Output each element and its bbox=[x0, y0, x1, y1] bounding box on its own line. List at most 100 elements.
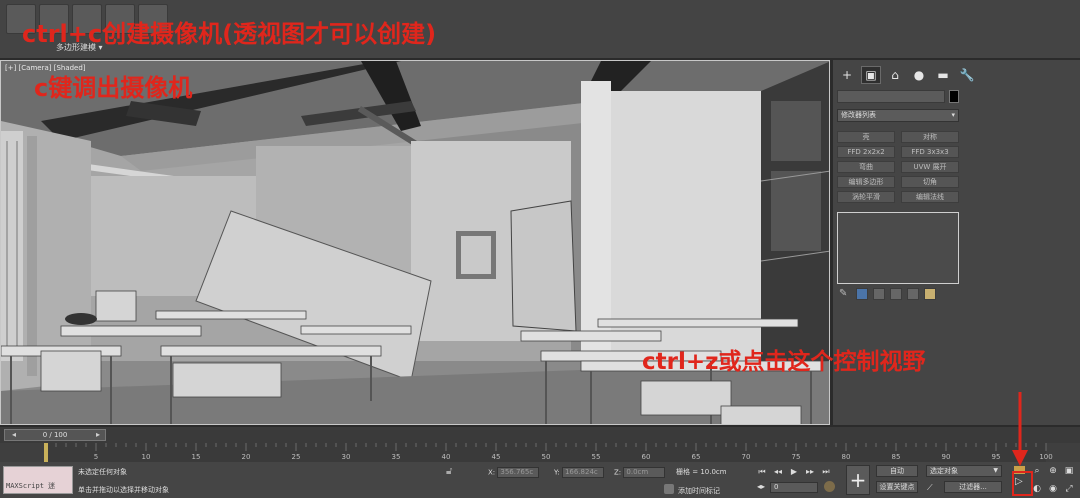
modifier-button-edit-poly[interactable]: 编辑多边形 bbox=[837, 176, 895, 188]
track-tick-label: 75 bbox=[792, 453, 801, 461]
grid-size: 栅格 = 10.0cm bbox=[676, 468, 727, 476]
y-field[interactable]: 166.824c bbox=[561, 467, 604, 478]
key-mode-icon[interactable]: ◂▸ bbox=[757, 482, 765, 491]
track-tick-label: 65 bbox=[692, 453, 701, 461]
modifier-stack[interactable] bbox=[837, 212, 959, 284]
modifier-button-ffd222[interactable]: FFD 2x2x2 bbox=[837, 146, 895, 158]
make-unique-icon[interactable] bbox=[873, 288, 885, 300]
track-tick-label: 15 bbox=[192, 453, 201, 461]
next-frame-icon[interactable]: ▸ bbox=[92, 429, 104, 441]
z-field[interactable]: 0.0cm bbox=[623, 467, 666, 478]
maxscript-listener[interactable]: MAXScript 迷 bbox=[3, 466, 73, 494]
display-tab-icon[interactable]: ▬ bbox=[933, 66, 953, 84]
object-color-swatch[interactable] bbox=[949, 90, 959, 103]
chevron-down-icon: ▼ bbox=[993, 467, 998, 474]
track-tick-label: 50 bbox=[542, 453, 551, 461]
maxscript-label: MAXScript 迷 bbox=[6, 482, 56, 490]
time-slider[interactable]: 0 / 100 ◂ ▸ bbox=[0, 427, 1080, 443]
modifier-list-label: 修改器列表 bbox=[841, 111, 876, 119]
selected-object-label: 选定对象 bbox=[930, 467, 958, 475]
modifier-button-uvw-unwrap[interactable]: UVW 展开 bbox=[901, 161, 959, 173]
key-selection-dropdown[interactable]: 选定对象 ▼ bbox=[926, 465, 1002, 477]
z-coordinate: Z: 0.0cm bbox=[614, 467, 666, 478]
current-frame-input[interactable]: 0 bbox=[770, 482, 818, 493]
track-tick-label: 90 bbox=[942, 453, 951, 461]
track-tick-label: 30 bbox=[342, 453, 351, 461]
track-tick-label: 25 bbox=[292, 453, 301, 461]
track-tick-label: 95 bbox=[992, 453, 1001, 461]
zoom-all-icon[interactable]: ⊕ bbox=[1046, 464, 1060, 478]
track-tick-label: 45 bbox=[492, 453, 501, 461]
annotation-show-camera: c键调出摄像机 bbox=[34, 74, 193, 102]
create-tab-icon[interactable]: + bbox=[837, 66, 857, 84]
annotation-control-view: ctrl+z或点击这个控制视野 bbox=[642, 349, 926, 375]
x-field[interactable]: 356.765c bbox=[497, 467, 540, 478]
hierarchy-tab-icon[interactable]: ⌂ bbox=[885, 66, 905, 84]
add-time-tag[interactable]: 添加时间标记 bbox=[678, 486, 720, 496]
track-bar-ruler: 0510152025303540455055606570758085909510… bbox=[44, 443, 1053, 462]
playback-controls: ⏮ ◂◂ ▶ ▸▸ ⏭ bbox=[756, 466, 832, 477]
play-icon[interactable]: ▶ bbox=[788, 466, 800, 477]
track-tick-label: 40 bbox=[442, 453, 451, 461]
show-end-result-icon[interactable] bbox=[856, 288, 868, 300]
selection-lock-icon[interactable]: 🔓︎ bbox=[446, 466, 452, 477]
go-to-start-icon[interactable]: ⏮ bbox=[756, 466, 768, 477]
viewport-navigation: ⌕ ⊕ ▣ ◐ ◉ ⤢ bbox=[1030, 464, 1080, 498]
track-tick-label: 55 bbox=[592, 453, 601, 461]
modifier-button-shell[interactable]: 壳 bbox=[837, 131, 895, 143]
frame-counter: 0 / 100 bbox=[42, 431, 68, 439]
previous-key-icon[interactable]: ◂◂ bbox=[772, 466, 784, 477]
orbit-icon[interactable]: ◉ bbox=[1046, 482, 1060, 496]
annotation-highlight-box bbox=[1012, 471, 1033, 496]
y-coordinate: Y: 166.824c bbox=[554, 467, 604, 478]
x-coordinate: X: 356.765c bbox=[488, 467, 540, 478]
track-tick-label: 20 bbox=[242, 453, 251, 461]
object-name-input[interactable] bbox=[837, 90, 945, 103]
go-to-end-icon[interactable]: ⏭ bbox=[820, 466, 832, 477]
notes-icon[interactable] bbox=[924, 288, 936, 300]
modifier-button-bend[interactable]: 弯曲 bbox=[837, 161, 895, 173]
zoom-extents-icon[interactable]: ▣ bbox=[1062, 464, 1076, 478]
set-key-button[interactable]: 设置关键点 bbox=[876, 481, 918, 493]
annotation-arrow-icon bbox=[1012, 392, 1028, 466]
modifier-button-turbosmooth[interactable]: 涡轮平滑 bbox=[837, 191, 895, 203]
annotation-create-camera: ctrl+c创建摄像机(透视图才可以创建) bbox=[22, 20, 437, 48]
modifier-list-dropdown[interactable]: 修改器列表 ▾ bbox=[837, 109, 959, 122]
track-tick-label: 35 bbox=[392, 453, 401, 461]
y-label: Y: bbox=[554, 468, 560, 477]
selection-status: 未选定任何对象 bbox=[78, 468, 127, 476]
key-tangent-icon[interactable]: ⟋ bbox=[927, 483, 933, 493]
motion-tab-icon[interactable]: ● bbox=[909, 66, 929, 84]
track-tick-label: 70 bbox=[742, 453, 751, 461]
track-bar[interactable]: 0510152025303540455055606570758085909510… bbox=[0, 443, 1080, 462]
next-key-icon[interactable]: ▸▸ bbox=[804, 466, 816, 477]
pin-stack-icon[interactable]: ✎ bbox=[839, 288, 851, 300]
utilities-tab-icon[interactable]: 🔧 bbox=[957, 66, 977, 84]
set-key-icon[interactable]: + bbox=[846, 465, 870, 495]
track-tick-label: 100 bbox=[1039, 453, 1052, 461]
modifier-button-edit-normals[interactable]: 编辑法线 bbox=[901, 191, 959, 203]
z-label: Z: bbox=[614, 468, 622, 477]
modifier-buttons: 壳 对称 FFD 2x2x2 FFD 3x3x3 弯曲 UVW 展开 编辑多边形… bbox=[837, 131, 959, 203]
key-filters-button[interactable]: 过滤器... bbox=[944, 481, 1002, 493]
remove-modifier-icon[interactable] bbox=[890, 288, 902, 300]
x-label: X: bbox=[488, 468, 496, 477]
maximize-viewport-icon[interactable]: ⤢ bbox=[1062, 482, 1076, 496]
time-config-icon[interactable] bbox=[824, 481, 835, 492]
modify-tab-icon[interactable]: ▣ bbox=[861, 66, 881, 84]
command-panel-tabs: + ▣ ⌂ ● ▬ 🔧 bbox=[837, 66, 977, 84]
time-tag-icon[interactable] bbox=[664, 484, 674, 494]
current-frame-marker[interactable] bbox=[44, 443, 48, 462]
modifier-button-symmetry[interactable]: 对称 bbox=[901, 131, 959, 143]
auto-key-button[interactable]: 自动 bbox=[876, 465, 918, 477]
modifier-button-chamfer[interactable]: 切角 bbox=[901, 176, 959, 188]
previous-frame-icon[interactable]: ◂ bbox=[8, 429, 20, 441]
status-bar: MAXScript 迷 未选定任何对象 单击并拖动以选择并移动对象 🔓︎ X: … bbox=[0, 462, 1080, 498]
stack-toolbar: ✎ bbox=[839, 288, 936, 300]
track-tick-label: 10 bbox=[142, 453, 151, 461]
track-tick-label: 85 bbox=[892, 453, 901, 461]
configure-sets-icon[interactable] bbox=[907, 288, 919, 300]
track-tick-label: 5 bbox=[94, 453, 98, 461]
modifier-button-ffd333[interactable]: FFD 3x3x3 bbox=[901, 146, 959, 158]
track-tick-label: 80 bbox=[842, 453, 851, 461]
